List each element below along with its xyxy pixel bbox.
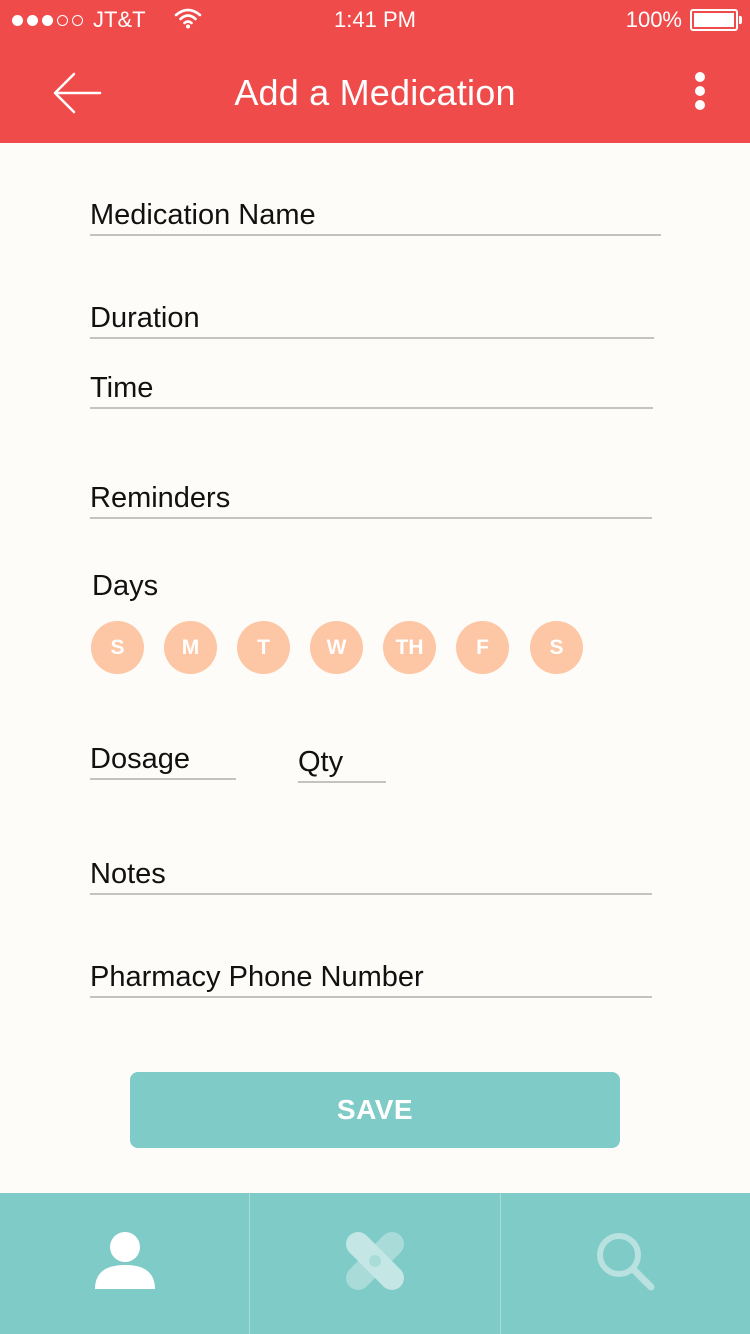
tab-medications[interactable] (249, 1193, 499, 1334)
tab-search[interactable] (499, 1193, 750, 1334)
battery-percent: 100% (625, 7, 682, 32)
status-bar: JT&T 1:41 PM 100% (0, 0, 750, 40)
day-tuesday[interactable]: T (237, 621, 290, 674)
notes-label: Notes (90, 858, 166, 890)
battery-icon (690, 9, 742, 31)
day-saturday[interactable]: S (530, 621, 583, 674)
save-button[interactable]: SAVE (130, 1072, 620, 1148)
dosage-label: Dosage (90, 743, 190, 775)
medication-name-label: Medication Name (90, 199, 316, 231)
time-label: Time (90, 372, 154, 404)
reminders-field[interactable]: Reminders (90, 482, 652, 519)
tab-profile[interactable] (0, 1193, 249, 1334)
page-title: Add a Medication (234, 72, 516, 113)
notes-field[interactable]: Notes (90, 858, 652, 895)
reminders-label: Reminders (90, 482, 231, 514)
duration-label: Duration (90, 302, 200, 334)
day-wednesday[interactable]: W (310, 621, 363, 674)
nav-bar: Add a Medication (0, 40, 750, 143)
time-field[interactable]: Time (90, 372, 653, 409)
duration-field[interactable]: Duration (90, 302, 654, 339)
pharmacy-phone-label: Pharmacy Phone Number (90, 961, 424, 993)
days-label: Days (92, 570, 159, 602)
day-sunday[interactable]: S (91, 621, 144, 674)
qty-field[interactable]: Qty (298, 746, 386, 783)
app-header: JT&T 1:41 PM 100% Add a Medication (0, 0, 750, 143)
pharmacy-phone-field[interactable]: Pharmacy Phone Number (90, 961, 652, 998)
day-friday[interactable]: F (456, 621, 509, 674)
person-icon (93, 1231, 157, 1296)
qty-label: Qty (298, 746, 344, 778)
days-selector: S M T W TH F S (91, 621, 583, 674)
more-vertical-icon[interactable] (686, 68, 714, 114)
medication-name-field[interactable]: Medication Name (90, 199, 661, 236)
day-monday[interactable]: M (164, 621, 217, 674)
day-thursday[interactable]: TH (383, 621, 436, 674)
bandage-icon (341, 1227, 409, 1300)
dosage-field[interactable]: Dosage (90, 743, 236, 780)
search-icon (594, 1230, 656, 1297)
tab-bar (0, 1193, 750, 1334)
